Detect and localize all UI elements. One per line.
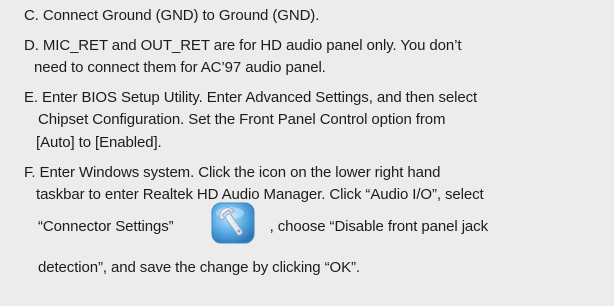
step-f-text-end: detection”, and save the change by click… xyxy=(38,259,360,276)
step-f-connector-line: “Connector Settings” , choose “Disable f… xyxy=(38,202,488,245)
step-c-text: C. Connect Ground (GND) to Ground (GND). xyxy=(24,7,320,24)
step-d-text-cont: need to connect them for AC’97 audio pan… xyxy=(34,59,326,76)
step-e-text-cont: Chipset Configuration. Set the Front Pan… xyxy=(38,111,446,128)
wrench-settings-icon xyxy=(210,201,256,245)
connector-settings-label: “Connector Settings” xyxy=(38,217,174,235)
step-e-text: E. Enter BIOS Setup Utility. Enter Advan… xyxy=(24,89,478,106)
step-e-text-end: [Auto] to [Enabled]. xyxy=(36,134,162,151)
step-d-text: D. MIC_RET and OUT_RET are for HD audio … xyxy=(24,37,462,54)
step-f-text-cont: taskbar to enter Realtek HD Audio Manage… xyxy=(36,186,484,203)
step-f-text: F. Enter Windows system. Click the icon … xyxy=(24,164,441,181)
disable-jack-text: , choose “Disable front panel jack xyxy=(269,217,488,235)
